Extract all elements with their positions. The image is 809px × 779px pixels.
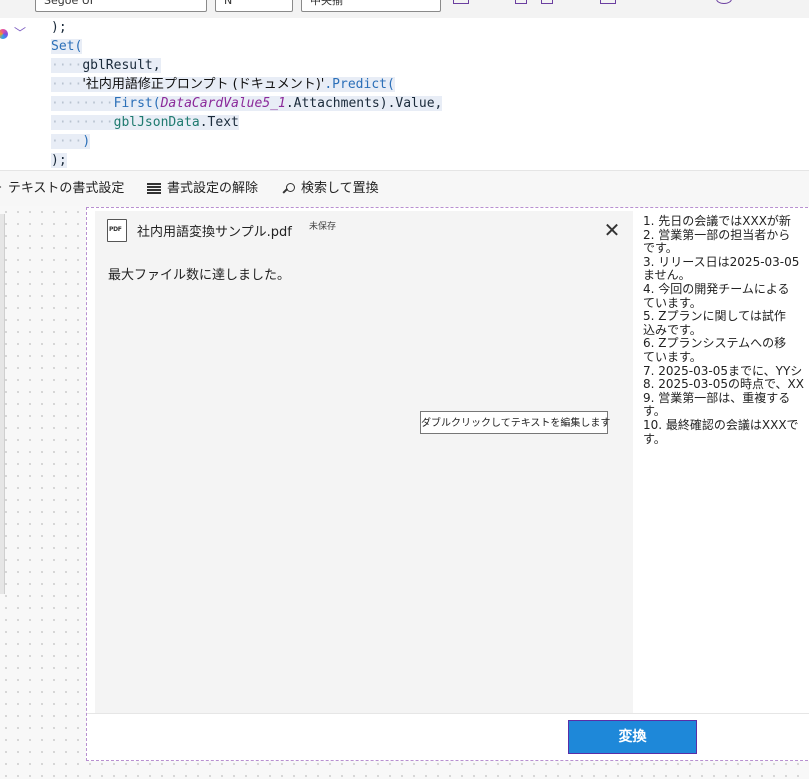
copilot-icon[interactable] (0, 29, 8, 39)
text-line: 1. 先日の会議ではXXXが新 (643, 214, 791, 228)
form-footer (87, 713, 809, 760)
attachment-control[interactable] (95, 211, 633, 713)
top-toolbar: Segoe UI N 中央揃 (0, 0, 809, 19)
text-line: 2. 営業第一部の担当者から (643, 227, 791, 242)
code-line: Set( (51, 39, 83, 54)
text-line: 10. 最終確認の会議はXXXで (643, 417, 799, 432)
code-line: ····'社内用語修正プロンプト (ドキュメント)'.Predict( (51, 77, 395, 92)
text-line: です。 (643, 241, 678, 256)
new-screen-icon[interactable] (515, 0, 527, 4)
font-family-dropdown[interactable]: Segoe UI (35, 0, 207, 12)
result-text-label[interactable]: 1. 先日の会議ではXXXが新 2. 営業第一部の担当者から です。 3. リリ… (634, 211, 809, 713)
text-line: 込みです。 (643, 322, 702, 337)
max-files-message: 最大ファイル数に達しました。 (108, 268, 291, 283)
text-line: 7. 2025-03-05までに、YYシ (643, 363, 803, 378)
settings-gear-icon[interactable] (716, 0, 732, 4)
unsaved-badge: 未保存 (309, 222, 337, 232)
find-replace-button[interactable]: 検索して置換 (282, 171, 379, 206)
convert-button[interactable]: 変換 (568, 720, 697, 754)
format-text-icon: ⁼ (0, 171, 2, 206)
code-line: ); (51, 20, 67, 35)
text-line: す。 (643, 431, 666, 446)
format-toolbar: ⁼ テキストの書式設定 書式設定の解除 検索して置換 (0, 170, 809, 207)
text-line: 3. リリース日は2025-03-05 (643, 254, 800, 269)
code-line: ····gblResult, (51, 58, 161, 73)
left-scrollbar[interactable] (0, 214, 5, 594)
layout-icon[interactable] (541, 0, 553, 4)
text-line: ません。 (643, 268, 691, 283)
font-size-dropdown[interactable]: N (215, 0, 293, 12)
find-replace-label: 検索して置換 (301, 181, 379, 196)
code-line: ········gblJsonData.Text (51, 115, 239, 130)
code-line: ); (51, 153, 67, 168)
text-line: 8. 2025-03-05の時点で、XX (643, 377, 804, 392)
lines-icon (147, 183, 161, 194)
format-text-label: テキストの書式設定 (7, 181, 125, 196)
remove-formatting-label: 書式設定の解除 (167, 181, 259, 196)
edit-text-tooltip: ダブルクリックしてテキストを編集します (420, 411, 610, 434)
attachment-file-name[interactable]: 社内用語変換サンプル.pdf (137, 221, 292, 240)
text-line: 9. 営業第一部は、重複する (643, 390, 791, 405)
text-line: 6. Zプランシステムへの移 (643, 336, 787, 351)
format-text-button[interactable]: ⁼ テキストの書式設定 (0, 171, 124, 206)
text-align-dropdown[interactable]: 中央揃 (301, 0, 441, 12)
pdf-file-icon: PDF (107, 219, 127, 242)
text-line: ています。 (643, 349, 702, 364)
insert-icon[interactable] (453, 0, 469, 4)
remove-formatting-button[interactable]: 書式設定の解除 (147, 171, 258, 206)
search-icon (282, 182, 295, 195)
chevron-down-icon[interactable]: ﹀ (14, 24, 26, 41)
text-line: 5. Zプランに関しては試作 (643, 309, 786, 324)
text-line: す。 (643, 404, 666, 419)
code-line: ····) (51, 134, 91, 149)
formula-editor[interactable]: ﹀ ); Set( ····gblResult, ····'社内用語修正プロンプ… (0, 18, 809, 170)
text-line: 4. 今回の開発チームによる (643, 281, 790, 296)
theme-icon[interactable] (600, 0, 616, 4)
code-line: ········First(DataCardValue5_1.Attachmen… (51, 96, 443, 111)
close-icon[interactable]: ✕ (603, 220, 621, 240)
